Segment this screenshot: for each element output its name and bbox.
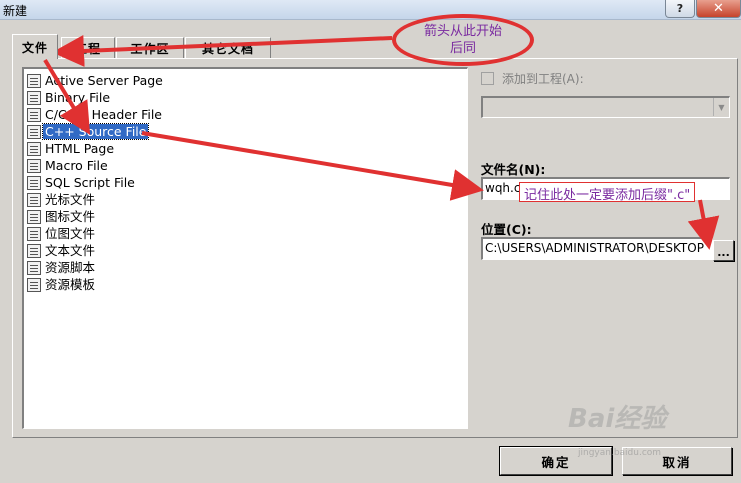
- location-label: 位置(C):: [481, 222, 532, 237]
- list-item-label: 资源脚本: [45, 260, 96, 275]
- text-file-icon: [27, 243, 41, 258]
- tab-other-documents[interactable]: 其它文档: [185, 37, 271, 58]
- binary-file-icon: [27, 90, 41, 105]
- annotation-oval: 箭头从此开始 后同: [392, 14, 534, 66]
- options-pane: 添加到工程(A): ▼ 文件名(N): wqh.c 位置(C): C:\USER…: [481, 59, 735, 437]
- list-item[interactable]: Binary File: [24, 89, 467, 106]
- chevron-down-icon[interactable]: ▼: [713, 98, 729, 116]
- list-item-label: HTML Page: [45, 141, 115, 156]
- list-item-label: 光标文件: [45, 192, 96, 207]
- asp-page-icon: [27, 73, 41, 88]
- list-item[interactable]: 资源模板: [24, 276, 467, 293]
- window-title: 新建: [3, 4, 28, 18]
- list-item[interactable]: 文本文件: [24, 242, 467, 259]
- list-item-label: Binary File: [45, 90, 111, 105]
- list-item-label: SQL Script File: [45, 175, 135, 190]
- macro-file-icon: [27, 158, 41, 173]
- list-item[interactable]: SQL Script File: [24, 174, 467, 191]
- baidu-watermark-url: jingyan.baidu.com: [578, 448, 662, 458]
- help-button[interactable]: ?: [665, 0, 695, 18]
- filename-label: 文件名(N):: [481, 162, 546, 177]
- annotation-oval-line2: 后同: [449, 41, 476, 56]
- add-to-project-checkbox[interactable]: [481, 71, 494, 85]
- list-item[interactable]: Active Server Page: [24, 72, 467, 89]
- html-page-icon: [27, 141, 41, 156]
- list-item-label: C++ Source File: [41, 123, 150, 140]
- file-type-list[interactable]: Active Server Page Binary File C/C++ Heade…: [22, 67, 468, 429]
- list-item[interactable]: 图标文件: [24, 208, 467, 225]
- list-item[interactable]: 资源脚本: [24, 259, 467, 276]
- list-item-label: 位图文件: [45, 226, 96, 241]
- source-file-icon: [27, 124, 41, 139]
- add-to-project-row: 添加到工程(A):: [481, 70, 584, 86]
- project-combo[interactable]: ▼: [481, 96, 730, 118]
- list-item-label: C/C++ Header File: [45, 107, 162, 122]
- sql-file-icon: [27, 175, 41, 190]
- list-item-label: Macro File: [45, 158, 108, 173]
- baidu-watermark: Bai经验: [568, 404, 667, 434]
- annotation-oval-line1: 箭头从此开始: [423, 24, 502, 39]
- cursor-file-icon: [27, 192, 41, 207]
- annotation-note: 记住此处一定要添加后缀".c": [519, 182, 696, 203]
- browse-button[interactable]: ...: [713, 240, 734, 261]
- list-item-label: 图标文件: [45, 209, 96, 224]
- add-to-project-label: 添加到工程(A):: [502, 71, 584, 86]
- list-item-label: 文本文件: [45, 243, 96, 258]
- list-item[interactable]: Macro File: [24, 157, 467, 174]
- header-file-icon: [27, 107, 41, 122]
- bitmap-file-icon: [27, 226, 41, 241]
- tab-projects[interactable]: 工程: [61, 37, 115, 58]
- tab-files[interactable]: 文件: [12, 34, 58, 59]
- tab-workspaces[interactable]: 工作区: [116, 37, 184, 58]
- location-input[interactable]: C:\USERS\ADMINISTRATOR\DESKTOP: [481, 237, 713, 260]
- list-item[interactable]: 位图文件: [24, 225, 467, 242]
- list-item-label: Active Server Page: [45, 73, 163, 88]
- list-item[interactable]: C++ Source File: [24, 123, 467, 140]
- list-item[interactable]: 光标文件: [24, 191, 467, 208]
- new-file-dialog: 新建 ? ✕ 文件 工程 工作区 其它文档 Active Server Page…: [0, 0, 741, 483]
- tab-panel: Active Server Page Binary File C/C++ Heade…: [12, 58, 738, 438]
- list-item-label: 资源模板: [45, 277, 96, 292]
- resource-script-icon: [27, 260, 41, 275]
- close-button[interactable]: ✕: [696, 0, 741, 18]
- list-item[interactable]: C/C++ Header File: [24, 106, 467, 123]
- title-bar[interactable]: 新建 ? ✕: [0, 0, 741, 20]
- icon-file-icon: [27, 209, 41, 224]
- list-item[interactable]: HTML Page: [24, 140, 467, 157]
- resource-template-icon: [27, 277, 41, 292]
